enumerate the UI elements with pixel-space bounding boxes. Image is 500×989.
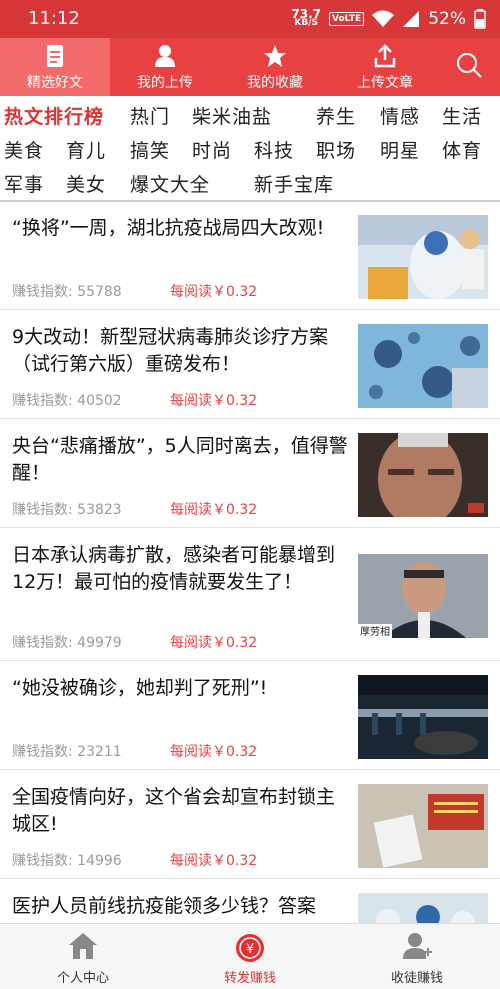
home-icon: [69, 933, 97, 959]
wifi-icon: [372, 10, 395, 27]
article-title: 9大改动！新型冠状病毒肺炎诊疗方案（试行第六版）重磅发布！: [12, 326, 329, 375]
battery-icon: [474, 9, 486, 29]
upload-icon: [374, 44, 396, 68]
category-military[interactable]: 军事: [4, 170, 44, 197]
category-sports[interactable]: 体育: [442, 136, 482, 163]
tab-upload-article[interactable]: 上传文章: [330, 38, 440, 96]
tab-label: 个人中心: [56, 971, 109, 986]
status-bar: 11:12 73.7 KB/S VoLTE 52%: [0, 0, 500, 38]
tab-share-earn[interactable]: ¥ 转发赚钱: [167, 924, 333, 989]
article-title: 央台“悲痛播放”，5人同时离去，值得警醒！: [12, 435, 348, 484]
category-tech[interactable]: 科技: [254, 136, 294, 163]
search-icon[interactable]: [456, 52, 482, 78]
tab-label: 我的上传: [137, 75, 193, 91]
category-funny[interactable]: 搞笑: [130, 136, 170, 163]
article-title: “换将”一周，湖北抗疫战局四大改观!: [12, 217, 325, 239]
tab-my-uploads[interactable]: 我的上传: [110, 38, 220, 96]
category-celebrity[interactable]: 明星: [380, 136, 420, 163]
category-viral[interactable]: 爆文大全: [130, 170, 210, 197]
thumbnail-caption: 厚劳相: [360, 627, 390, 638]
tab-featured[interactable]: 精选好文: [0, 38, 110, 96]
category-emotion[interactable]: 情感: [380, 102, 420, 129]
star-icon: [264, 45, 286, 67]
top-nav: 精选好文 我的上传 我的收藏 上传文章: [0, 38, 500, 96]
category-hot-ranking[interactable]: 热文排行榜: [4, 102, 104, 129]
status-icons: 73.7 KB/S VoLTE 52%: [291, 6, 486, 32]
price-per-read: 每阅读￥0.32: [170, 744, 258, 760]
add-friend-icon: [403, 933, 432, 959]
earn-index: 赚钱指数: 40502: [12, 393, 122, 409]
article-title: 日本承认病毒扩散，感染者可能暴增到12万！最可怕的疫情就要发生了！: [12, 544, 336, 593]
article-item[interactable]: 央台“悲痛播放”，5人同时离去，值得警醒！ 赚钱指数: 53823 每阅读￥0.…: [0, 419, 500, 528]
article-item[interactable]: 日本承认病毒扩散，感染者可能暴增到12万！最可怕的疫情就要发生了！ 赚钱指数: …: [0, 528, 500, 661]
tab-personal-center[interactable]: 个人中心: [0, 924, 166, 989]
network-speed: 73.7 KB/S: [291, 7, 321, 28]
category-life[interactable]: 生活: [442, 102, 482, 129]
article-thumbnail: [358, 324, 488, 408]
tab-label: 我的收藏: [247, 75, 303, 91]
category-beauty[interactable]: 美女: [66, 170, 106, 197]
tab-recruit-earn[interactable]: 收徒赚钱: [334, 924, 500, 989]
volte-badge: VoLTE: [329, 12, 365, 26]
category-popular[interactable]: 热门: [130, 102, 170, 129]
article-thumbnail: [358, 675, 488, 759]
article-thumbnail: [358, 215, 488, 299]
svg-text:¥: ¥: [246, 942, 254, 957]
signal-icon: [403, 11, 420, 27]
category-food[interactable]: 美食: [4, 136, 44, 163]
person-icon: [155, 45, 175, 67]
earn-index: 赚钱指数: 23211: [12, 744, 122, 760]
tab-label: 精选好文: [27, 75, 83, 91]
earn-index: 赚钱指数: 55788: [12, 284, 122, 300]
price-per-read: 每阅读￥0.32: [170, 393, 258, 409]
article-title: “她没被确诊，她却判了死刑”!: [12, 677, 268, 699]
category-grid: 热文排行榜 热门 柴米油盐 养生 情感 生活 美食 育儿 搞笑 时尚 科技 职场…: [0, 96, 500, 202]
category-fashion[interactable]: 时尚: [192, 136, 232, 163]
article-thumbnail: [358, 784, 488, 868]
category-workplace[interactable]: 职场: [316, 136, 356, 163]
article-item[interactable]: “换将”一周，湖北抗疫战局四大改观! 赚钱指数: 55788 每阅读￥0.32: [0, 201, 500, 310]
bottom-nav: 个人中心 ¥ 转发赚钱 收徒赚钱: [0, 923, 500, 989]
category-newbie[interactable]: 新手宝库: [254, 170, 334, 197]
tab-label: 收徒赚钱: [390, 971, 443, 986]
tab-label: 上传文章: [357, 75, 413, 91]
price-per-read: 每阅读￥0.32: [170, 284, 258, 300]
document-icon: [47, 45, 63, 67]
yuan-coin-icon: ¥: [236, 934, 264, 962]
category-daily[interactable]: 柴米油盐: [192, 102, 272, 129]
price-per-read: 每阅读￥0.32: [170, 635, 258, 651]
battery-percent: 52%: [428, 9, 466, 29]
earn-index: 赚钱指数: 14996: [12, 853, 122, 869]
tab-my-favorites[interactable]: 我的收藏: [220, 38, 330, 96]
price-per-read: 每阅读￥0.32: [170, 853, 258, 869]
tab-label: 转发赚钱: [223, 971, 276, 986]
earn-index: 赚钱指数: 49979: [12, 635, 122, 651]
article-item[interactable]: 全国疫情向好，这个省会却宣布封锁主城区! 赚钱指数: 14996 每阅读￥0.3…: [0, 770, 500, 879]
article-item[interactable]: “她没被确诊，她却判了死刑”! 赚钱指数: 23211 每阅读￥0.32: [0, 661, 500, 770]
category-parenting[interactable]: 育儿: [66, 136, 106, 163]
article-thumbnail: 厚劳相: [358, 554, 488, 638]
price-per-read: 每阅读￥0.32: [170, 502, 258, 518]
article-thumbnail: [358, 433, 488, 517]
earn-index: 赚钱指数: 53823: [12, 502, 122, 518]
clock: 11:12: [28, 8, 80, 29]
category-health[interactable]: 养生: [316, 102, 356, 129]
article-item[interactable]: 9大改动！新型冠状病毒肺炎诊疗方案（试行第六版）重磅发布！ 赚钱指数: 4050…: [0, 310, 500, 419]
article-title: 全国疫情向好，这个省会却宣布封锁主城区!: [12, 786, 336, 835]
article-title: 医护人员前线抗疫能领多少钱？答案: [12, 895, 317, 917]
